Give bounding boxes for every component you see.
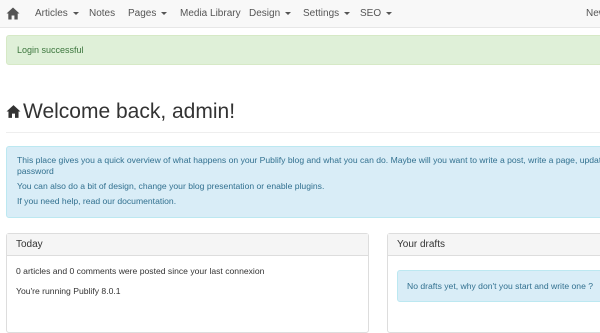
- top-navbar: Articles Notes Pages Media Library Desig…: [0, 0, 600, 28]
- nav-settings-label: Settings: [303, 8, 340, 19]
- today-panel: Today 0 articles and 0 comments were pos…: [6, 233, 369, 333]
- today-stats-text: 0 articles and 0 comments were posted si…: [16, 266, 265, 276]
- info-line-1: This place gives you a quick overview of…: [17, 155, 600, 165]
- info-line-3: If you need help, read our documentation…: [17, 196, 177, 206]
- nav-articles-label: Articles: [35, 8, 68, 19]
- nav-articles[interactable]: Articles: [35, 0, 79, 28]
- home-icon[interactable]: [6, 7, 20, 20]
- nav-seo[interactable]: SEO: [360, 0, 393, 28]
- nav-design[interactable]: Design: [249, 0, 292, 28]
- drafts-panel: Your drafts No drafts yet, why don't you…: [387, 233, 600, 333]
- caret-down-icon: [161, 11, 168, 15]
- drafts-panel-title: Your drafts: [388, 234, 600, 256]
- nav-pages[interactable]: Pages: [128, 0, 168, 28]
- publify-version-text: You're running Publify 8.0.1: [16, 286, 121, 296]
- nav-notes[interactable]: Notes: [89, 0, 115, 28]
- overview-info-alert: This place gives you a quick overview of…: [6, 146, 600, 218]
- caret-down-icon: [72, 11, 79, 15]
- nav-design-label: Design: [249, 8, 281, 19]
- nav-new[interactable]: New: [586, 0, 600, 28]
- nav-notes-label: Notes: [89, 8, 116, 19]
- caret-down-icon: [285, 11, 292, 15]
- nav-seo-label: SEO: [360, 8, 382, 19]
- page-header: Welcome back, admin!: [6, 98, 600, 133]
- no-drafts-message: No drafts yet, why don't you start and w…: [407, 281, 594, 291]
- info-line-1b: password: [17, 166, 54, 176]
- page-title: Welcome back, admin!: [23, 100, 236, 123]
- home-icon: [6, 105, 21, 118]
- drafts-panel-body: No drafts yet, why don't you start and w…: [388, 256, 600, 302]
- caret-down-icon: [386, 11, 393, 15]
- info-line-2: You can also do a bit of design, change …: [17, 181, 325, 191]
- nav-new-label: New: [586, 8, 600, 19]
- caret-down-icon: [344, 11, 351, 15]
- nav-media-library[interactable]: Media Library: [180, 0, 241, 28]
- nav-pages-label: Pages: [128, 8, 157, 19]
- nav-settings[interactable]: Settings: [303, 0, 351, 28]
- today-panel-body: 0 articles and 0 comments were posted si…: [7, 256, 368, 297]
- login-success-message: Login successful: [17, 45, 84, 55]
- nav-media-library-label: Media Library: [180, 8, 241, 19]
- no-drafts-alert: No drafts yet, why don't you start and w…: [397, 270, 600, 302]
- today-panel-title: Today: [7, 234, 368, 256]
- login-success-alert: Login successful: [6, 35, 600, 65]
